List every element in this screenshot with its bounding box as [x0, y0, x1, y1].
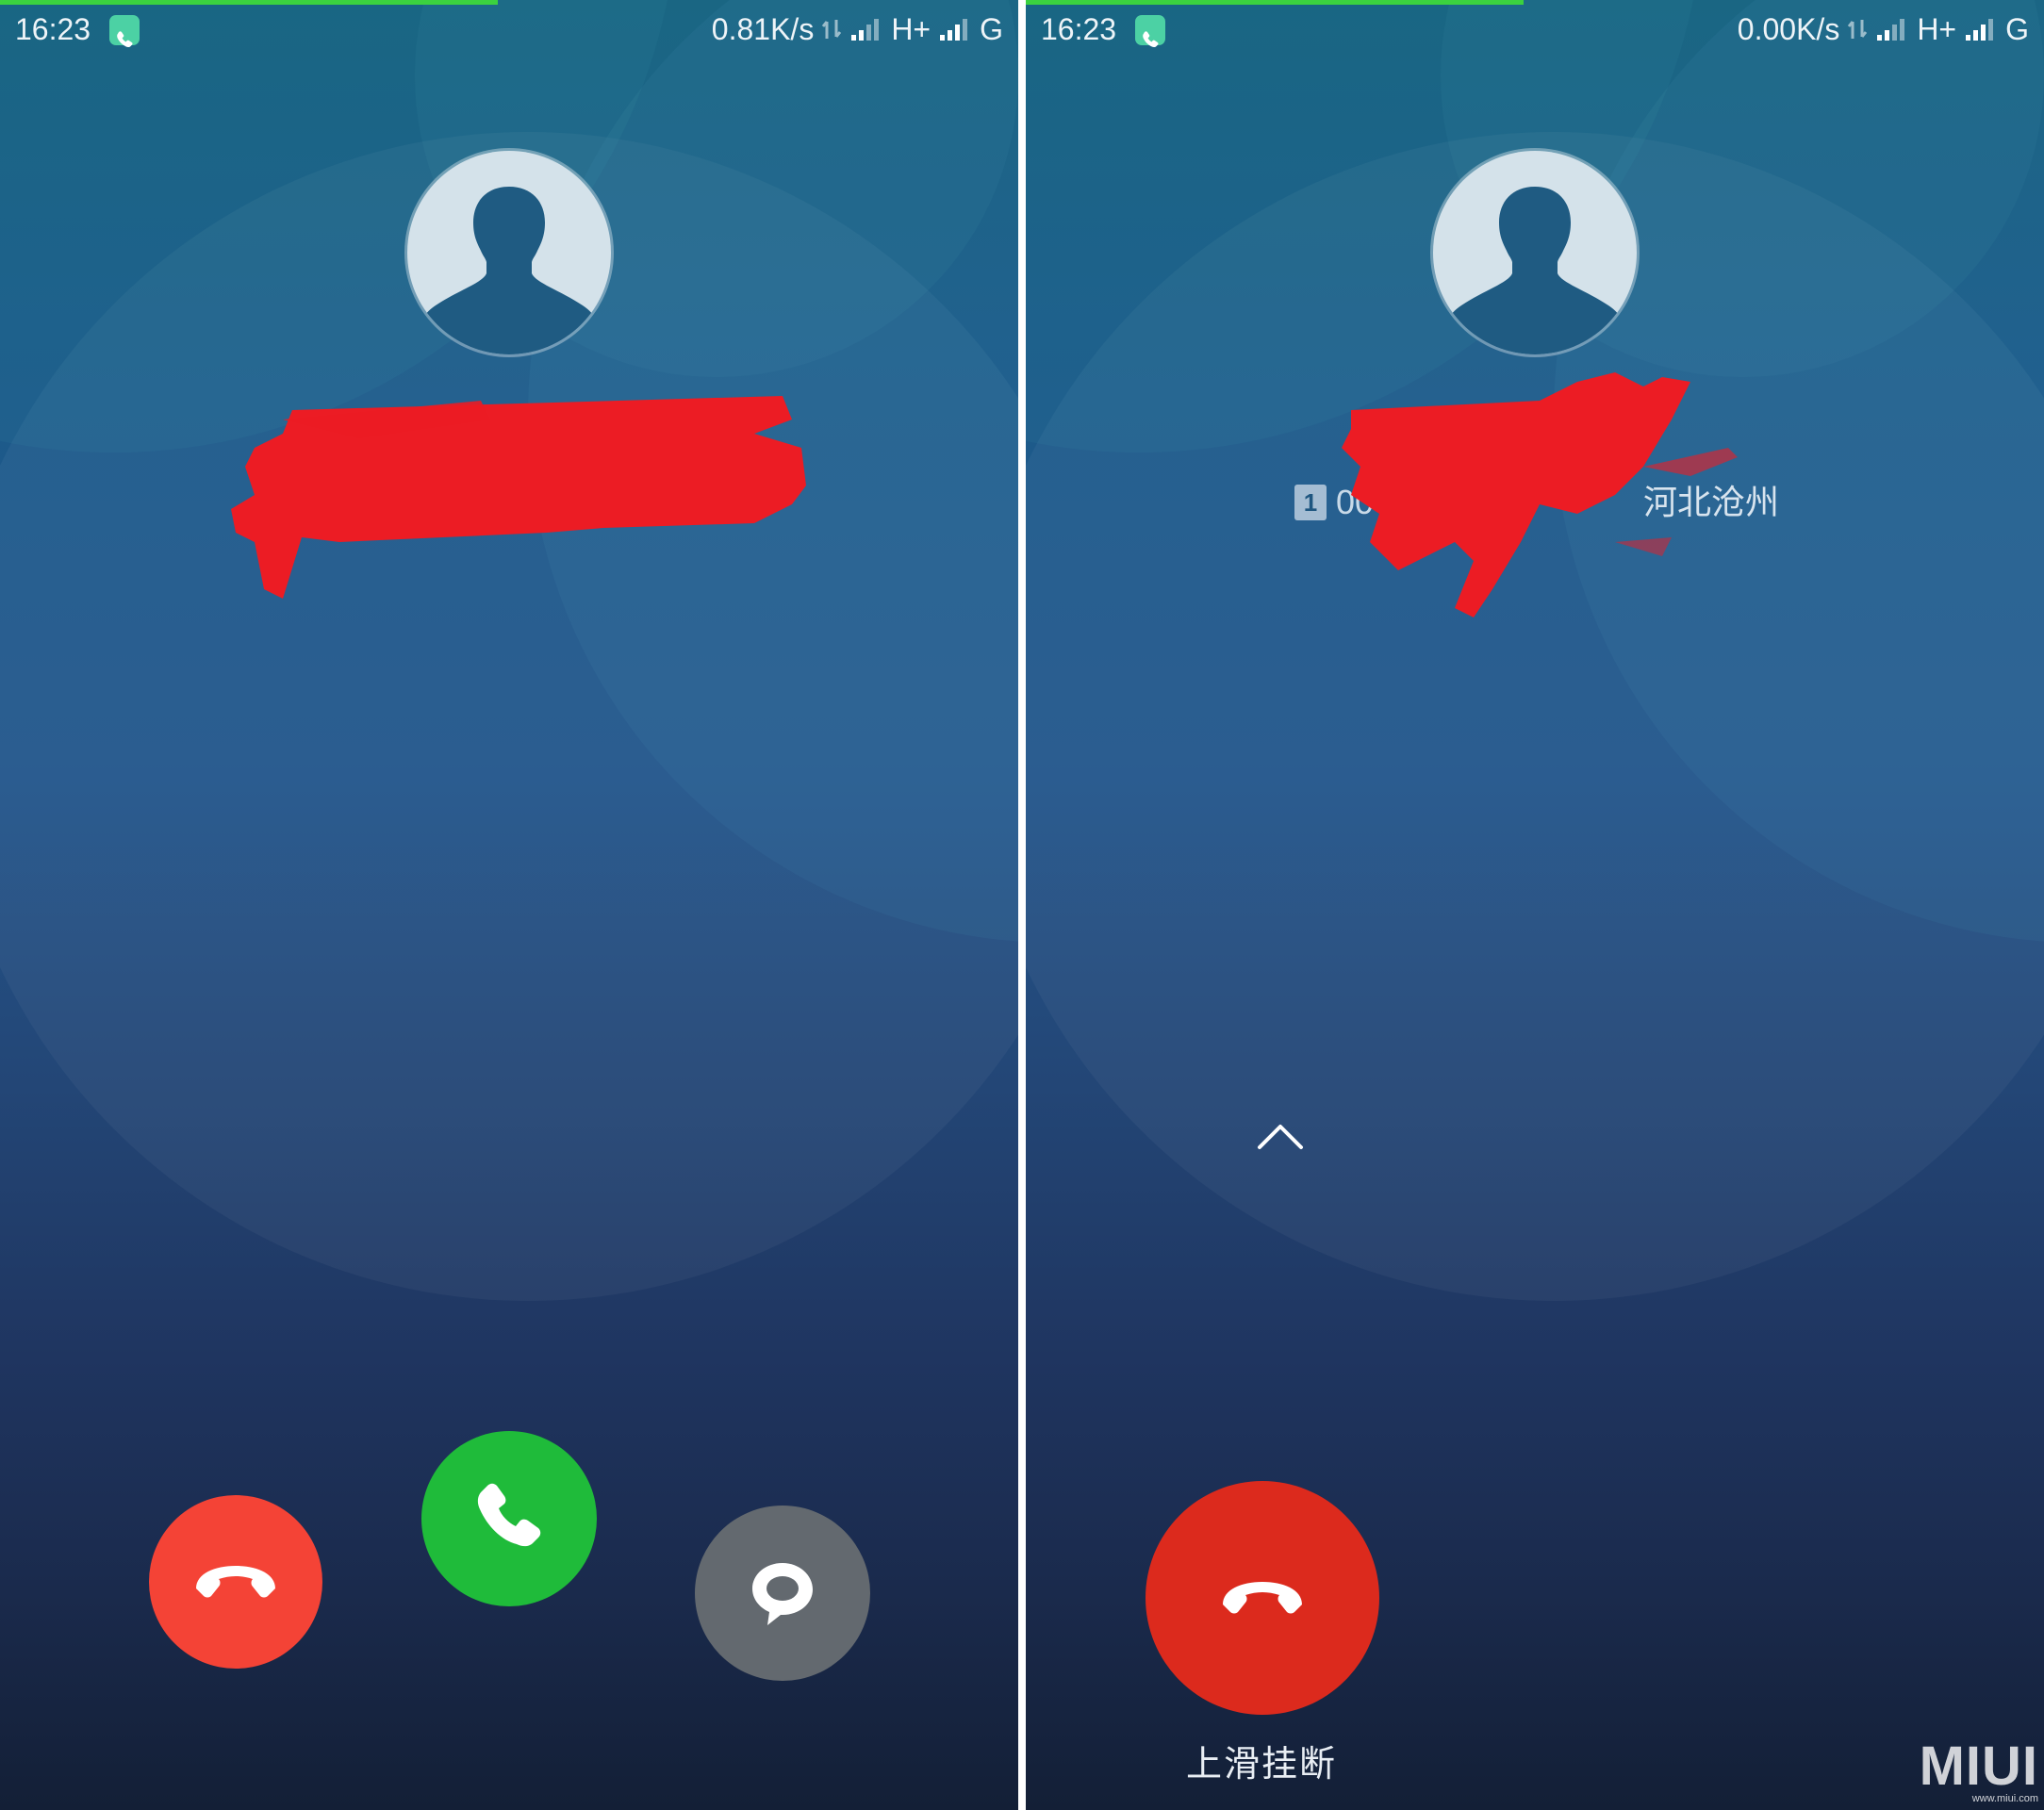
status-indicators: 0.00K/s H+ G — [1738, 0, 2029, 58]
phone-icon — [477, 1483, 541, 1547]
network-type: H+ — [891, 12, 931, 46]
signal-icon — [1877, 19, 1905, 41]
status-bar: 16:23 0.00K/s H+ G — [1026, 0, 2044, 58]
chevron-up-icon — [1258, 1125, 1303, 1149]
data-transfer-icon — [822, 20, 842, 39]
swipe-hangup-screen: 16:23 0.00K/s H+ G 1 00 河北沧州 上滑挂断 MIUI w… — [1026, 0, 2044, 1810]
redacted-caller-name — [231, 396, 806, 599]
data-transfer-icon — [1848, 20, 1868, 39]
network-type: H+ — [1917, 12, 1957, 46]
status-indicators: 0.81K/s H+ G — [712, 0, 1003, 58]
signal-icon-secondary — [940, 19, 968, 41]
person-icon — [1450, 187, 1620, 354]
network-speed: 0.81K/s — [711, 12, 815, 46]
answer-call-button[interactable] — [421, 1431, 597, 1606]
signal-icon — [851, 19, 880, 41]
miui-watermark: MIUI www.miui.com — [1919, 1736, 2038, 1805]
chat-bubble-icon — [752, 1563, 813, 1625]
contact-avatar — [1433, 151, 1637, 354]
status-bar: 16:23 0.81K/s H+ G — [0, 0, 1018, 58]
hang-up-button[interactable] — [1146, 1481, 1379, 1715]
hang-up-icon — [196, 1566, 275, 1598]
network-speed: 0.00K/s — [1737, 12, 1840, 46]
redacted-caller-number — [1342, 372, 1738, 617]
ongoing-call-icon — [1135, 15, 1165, 47]
swipe-hint-label: 上滑挂断 — [1185, 1745, 1337, 1785]
watermark-brand: MIUI — [1919, 1736, 2038, 1797]
hang-up-icon — [1223, 1582, 1302, 1614]
status-time: 16:23 — [15, 12, 91, 46]
person-icon — [424, 187, 594, 354]
ongoing-call-icon — [109, 15, 140, 47]
message-reply-button[interactable] — [695, 1506, 870, 1681]
secondary-network-type: G — [980, 12, 1003, 46]
status-time: 16:23 — [1041, 12, 1117, 46]
decline-call-button[interactable] — [149, 1495, 322, 1669]
sim-slot-badge: 1 — [1294, 485, 1327, 520]
signal-icon-secondary — [1966, 19, 1994, 41]
secondary-network-type: G — [2005, 12, 2029, 46]
contact-avatar — [407, 151, 611, 354]
incoming-call-screen: 16:23 0.81K/s H+ G — [0, 0, 1018, 1810]
